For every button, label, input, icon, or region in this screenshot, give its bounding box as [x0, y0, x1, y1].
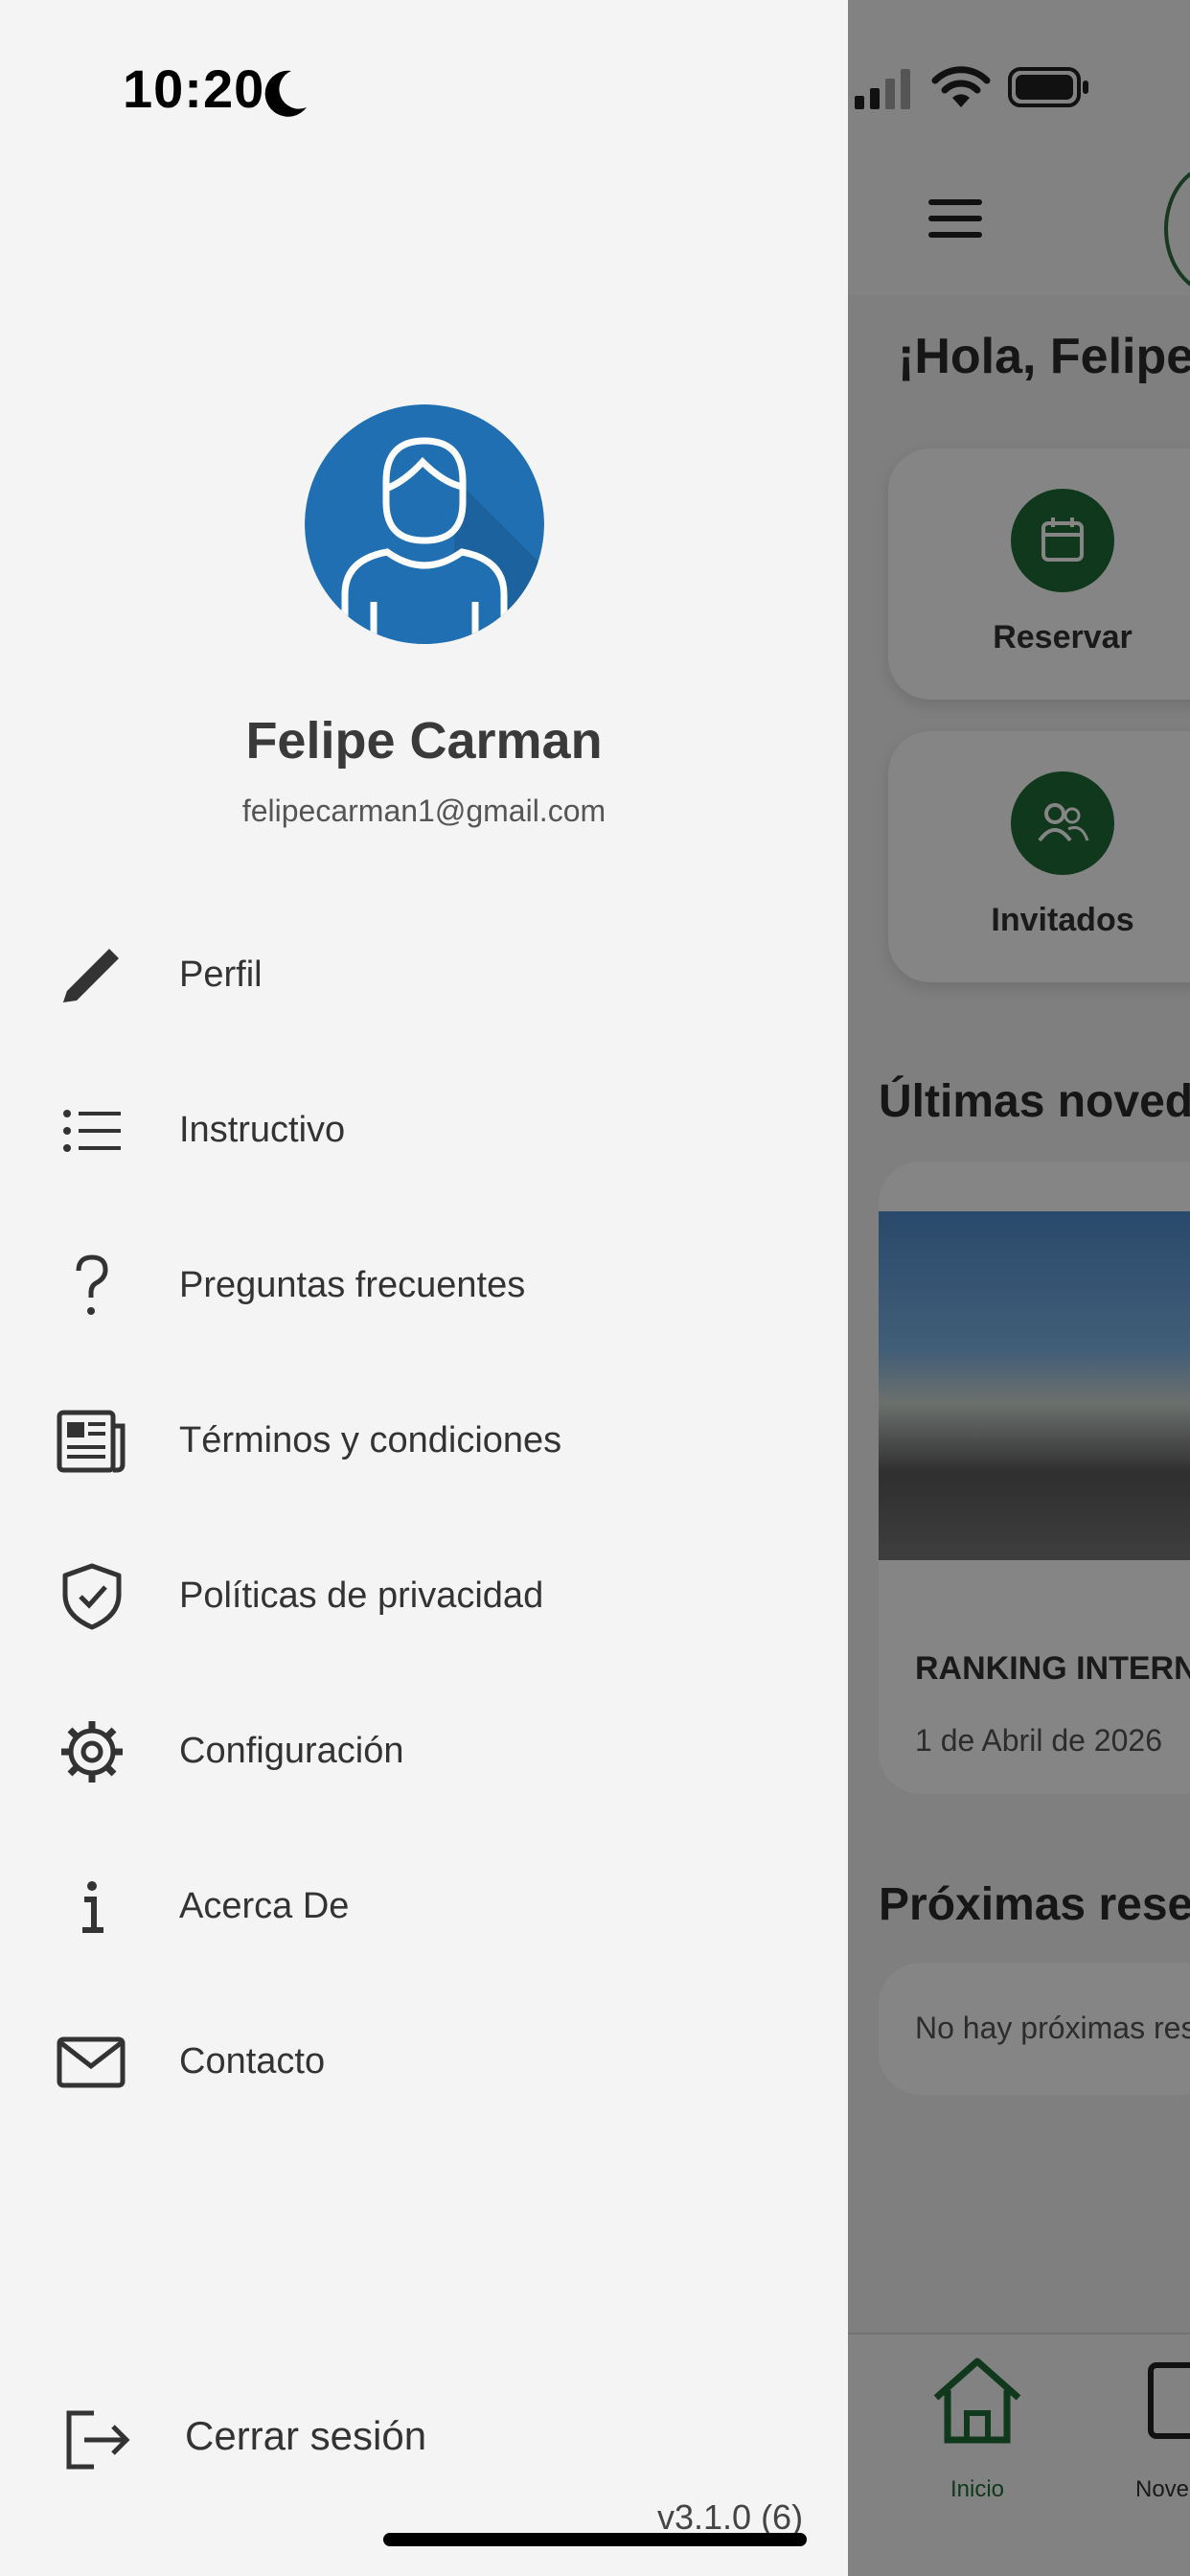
envelope-icon [57, 2036, 126, 2088]
gear-icon [61, 1721, 123, 1782]
avatar [305, 404, 544, 644]
menu-item-instructivo[interactable]: Instructivo [0, 1068, 848, 1183]
user-name: Felipe Carman [245, 712, 603, 770]
moon-icon [264, 70, 307, 117]
menu-item-contacto[interactable]: Contacto [0, 1999, 848, 2114]
menu-item-politicas[interactable]: Políticas de privacidad [0, 1533, 848, 1648]
menu-item-terminos[interactable]: Términos y condiciones [0, 1378, 848, 1493]
menu-item-perfil[interactable]: Perfil [0, 912, 848, 1027]
menu-item-acerca-de[interactable]: Acerca De [0, 1844, 848, 1959]
logout-button[interactable]: Cerrar sesión [0, 2373, 848, 2488]
menu-item-label: Términos y condiciones [179, 1420, 562, 1460]
menu-item-label: Configuración [179, 1731, 404, 1771]
drawer-scrim[interactable] [848, 0, 1190, 2576]
menu-item-configuracion[interactable]: Configuración [0, 1689, 848, 1804]
menu-item-label: Políticas de privacidad [179, 1576, 544, 1616]
logout-label: Cerrar sesión [185, 2413, 427, 2458]
app-version: v3.1.0 (6) [657, 2497, 804, 2537]
user-email: felipecarman1@gmail.com [241, 794, 606, 828]
battery-icon [1008, 67, 1088, 107]
menu-item-label: Instructivo [179, 1110, 346, 1150]
menu-item-label: Perfil [179, 954, 263, 995]
list-icon [63, 1110, 121, 1152]
newspaper-icon [57, 1410, 126, 1473]
wifi-icon [931, 66, 991, 107]
home-indicator [383, 2533, 807, 2546]
menu-item-label: Preguntas frecuentes [179, 1265, 526, 1305]
menu-item-preguntas-frecuentes[interactable]: Preguntas frecuentes [0, 1223, 848, 1338]
shield-check-icon [62, 1563, 122, 1630]
pencil-icon [63, 949, 119, 1002]
info-icon [82, 1881, 103, 1933]
logout-icon [66, 2410, 130, 2470]
question-mark-icon [76, 1254, 108, 1315]
menu-item-label: Contacto [179, 2041, 326, 2082]
status-bar-time: 10:20 [123, 58, 265, 119]
side-drawer: Felipe Carman felipecarman1@gmail.com Pe… [0, 0, 848, 2576]
menu-item-label: Acerca De [179, 1886, 350, 1926]
signal-icon [855, 69, 910, 109]
